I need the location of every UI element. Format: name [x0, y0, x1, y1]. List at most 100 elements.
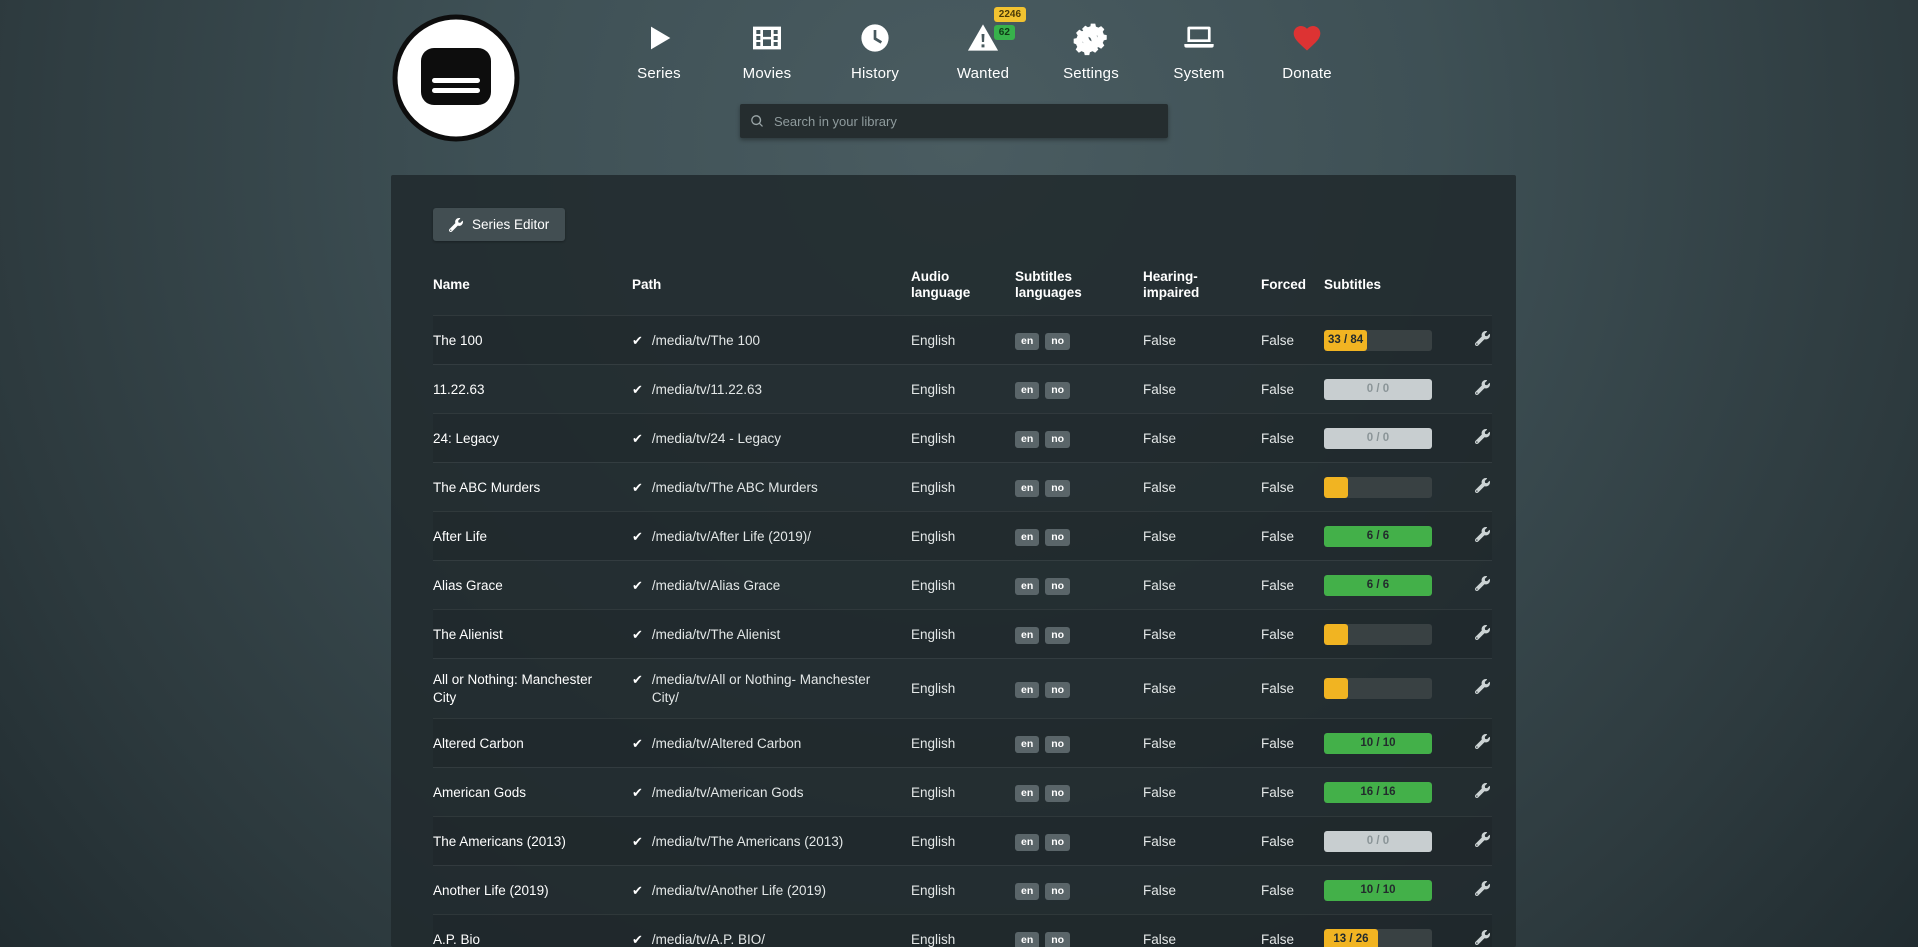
subtitles-logo-icon: [390, 12, 522, 144]
series-name[interactable]: Another Life (2019): [433, 870, 632, 912]
table-row: Another Life (2019) ✔ /media/tv/Another …: [433, 865, 1492, 914]
path-text: /media/tv/The Alienist: [652, 626, 780, 644]
nav-item-settings[interactable]: Settings: [1037, 14, 1145, 82]
play-icon: [643, 22, 675, 54]
language-badge: en: [1015, 932, 1039, 947]
subtitles-count: 6 / 6: [1363, 529, 1393, 544]
hearing-impaired-value: False: [1143, 772, 1261, 814]
path-text: /media/tv/After Life (2019)/: [652, 528, 811, 546]
search-bar: [740, 104, 1168, 138]
search-icon: [750, 114, 764, 128]
subtitles-progress-bar: 6 / 6: [1324, 575, 1432, 596]
audio-language: English: [911, 772, 1015, 814]
hearing-impaired-value: False: [1143, 565, 1261, 607]
forced-value: False: [1261, 919, 1324, 947]
nav-item-donate[interactable]: Donate: [1253, 14, 1361, 82]
series-name[interactable]: American Gods: [433, 772, 632, 814]
subtitles-languages: enno: [1015, 319, 1143, 362]
series-name[interactable]: A.P. Bio: [433, 919, 632, 947]
audio-language: English: [911, 565, 1015, 607]
column-header-path: Path: [632, 273, 911, 307]
wrench-icon: [449, 218, 463, 232]
language-badge: no: [1045, 333, 1070, 350]
hearing-impaired-value: False: [1143, 919, 1261, 947]
series-path: ✔ /media/tv/24 - Legacy: [632, 418, 911, 460]
series-name[interactable]: The Alienist: [433, 614, 632, 656]
wrench-icon[interactable]: [1475, 783, 1490, 798]
language-badge: en: [1015, 431, 1039, 448]
check-icon: ✔: [632, 833, 643, 851]
wrench-icon[interactable]: [1475, 527, 1490, 542]
nav-item-series[interactable]: Series: [605, 14, 713, 82]
series-path: ✔ /media/tv/American Gods: [632, 772, 911, 814]
language-badge: en: [1015, 578, 1039, 595]
table-row: Alias Grace ✔ /media/tv/Alias Grace Engl…: [433, 560, 1492, 609]
wrench-icon[interactable]: [1475, 380, 1490, 395]
forced-value: False: [1261, 516, 1324, 558]
wanted-count-badge: 62: [994, 25, 1015, 40]
check-icon: ✔: [632, 430, 643, 448]
audio-language: English: [911, 467, 1015, 509]
column-header-actions: [1464, 281, 1492, 299]
series-path: ✔ /media/tv/Alias Grace: [632, 565, 911, 607]
app-logo[interactable]: [390, 12, 522, 144]
wrench-icon[interactable]: [1475, 331, 1490, 346]
series-name[interactable]: All or Nothing: Manchester City: [433, 659, 632, 718]
language-badge: no: [1045, 883, 1070, 900]
hearing-impaired-value: False: [1143, 870, 1261, 912]
series-name[interactable]: Altered Carbon: [433, 723, 632, 765]
series-editor-button[interactable]: Series Editor: [433, 208, 565, 241]
wrench-icon[interactable]: [1475, 625, 1490, 640]
language-badge: en: [1015, 834, 1039, 851]
subtitles-progress-bar: [1324, 678, 1432, 699]
subtitles-languages: enno: [1015, 869, 1143, 912]
search-input[interactable]: [772, 113, 1158, 130]
subtitles-languages: enno: [1015, 613, 1143, 656]
table-row: The ABC Murders ✔ /media/tv/The ABC Murd…: [433, 462, 1492, 511]
main-nav: Series Movies History 224662 Wanted Sett…: [605, 14, 1361, 82]
path-text: /media/tv/Alias Grace: [652, 577, 780, 595]
nav-item-movies[interactable]: Movies: [713, 14, 821, 82]
wrench-icon[interactable]: [1475, 930, 1490, 945]
table-row: After Life ✔ /media/tv/After Life (2019)…: [433, 511, 1492, 560]
wrench-icon[interactable]: [1475, 429, 1490, 444]
table-row: The Alienist ✔ /media/tv/The Alienist En…: [433, 609, 1492, 658]
subtitles-count: 10 / 10: [1356, 883, 1399, 898]
audio-language: English: [911, 919, 1015, 947]
series-name[interactable]: Alias Grace: [433, 565, 632, 607]
wrench-icon[interactable]: [1475, 881, 1490, 896]
table-row: 11.22.63 ✔ /media/tv/11.22.63 English en…: [433, 364, 1492, 413]
hearing-impaired-value: False: [1143, 516, 1261, 558]
nav-item-wanted[interactable]: 224662 Wanted: [929, 14, 1037, 82]
nav-item-system[interactable]: System: [1145, 14, 1253, 82]
hearing-impaired-value: False: [1143, 614, 1261, 656]
forced-value: False: [1261, 821, 1324, 863]
series-name[interactable]: The Americans (2013): [433, 821, 632, 863]
audio-language: English: [911, 870, 1015, 912]
wrench-icon[interactable]: [1475, 832, 1490, 847]
series-name[interactable]: 24: Legacy: [433, 418, 632, 460]
subtitles-progress-cell: [1324, 465, 1464, 510]
subtitles-progress-bar: 10 / 10: [1324, 880, 1432, 901]
audio-language: English: [911, 821, 1015, 863]
nav-label: Settings: [1037, 65, 1145, 82]
audio-language: English: [911, 418, 1015, 460]
wrench-icon[interactable]: [1475, 478, 1490, 493]
series-name[interactable]: The ABC Murders: [433, 467, 632, 509]
series-name[interactable]: 11.22.63: [433, 369, 632, 411]
series-name[interactable]: The 100: [433, 320, 632, 362]
wrench-icon[interactable]: [1475, 679, 1490, 694]
table-row: American Gods ✔ /media/tv/American Gods …: [433, 767, 1492, 816]
wrench-icon[interactable]: [1475, 734, 1490, 749]
wrench-icon[interactable]: [1475, 576, 1490, 591]
subtitles-progress-bar: 16 / 16: [1324, 782, 1432, 803]
series-name[interactable]: After Life: [433, 516, 632, 558]
language-badge: no: [1045, 627, 1070, 644]
subtitles-progress-cell: 6 / 6: [1324, 514, 1464, 559]
language-badge: no: [1045, 785, 1070, 802]
nav-item-history[interactable]: History: [821, 14, 929, 82]
hearing-impaired-value: False: [1143, 668, 1261, 710]
film-icon: [751, 22, 783, 54]
table-row: The Americans (2013) ✔ /media/tv/The Ame…: [433, 816, 1492, 865]
series-path: ✔ /media/tv/The Alienist: [632, 614, 911, 656]
